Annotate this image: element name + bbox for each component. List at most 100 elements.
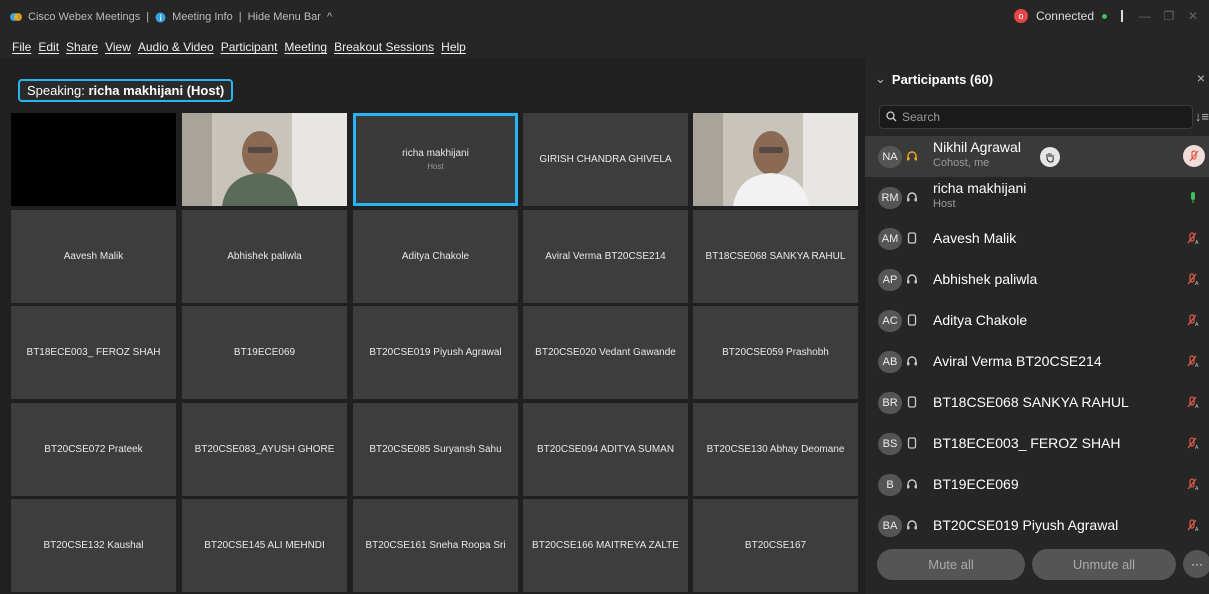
mic-muted-icon[interactable]: A [1187,272,1199,286]
chevron-down-icon[interactable]: ⌄ [875,71,886,87]
menu-breakout-sessions[interactable]: Breakout Sessions [334,40,434,54]
participant-name: BT18ECE003_ FEROZ SHAH [933,435,1121,451]
video-tile[interactable]: BT18ECE003_ FEROZ SHAH [11,306,176,399]
participant-row[interactable]: AM Aavesh Malik A [865,218,1209,259]
svg-text:A: A [1195,486,1199,491]
unmute-all-button[interactable]: Unmute all [1032,549,1176,580]
participant-row[interactable]: BR BT18CSE068 SANKYA RAHUL A [865,382,1209,423]
mic-muted-icon[interactable]: A [1187,231,1199,245]
more-options-button[interactable]: ··· [1183,550,1209,578]
participant-name: BT18CSE068 SANKYA RAHUL [933,394,1129,410]
video-tile[interactable]: BT20CSE132 Kaushal [11,499,176,592]
tile-name: BT20CSE145 ALI MEHNDI [204,540,325,551]
participant-row[interactable]: AB Aviral Verma BT20CSE214 A [865,341,1209,382]
mute-all-button[interactable]: Mute all [877,549,1025,580]
video-tile[interactable]: BT20CSE083_AYUSH GHORE [182,403,347,496]
mic-muted-icon[interactable]: A [1187,436,1199,450]
video-tile[interactable]: BT20CSE166 MAITREYA ZALTE [523,499,688,592]
minimize-button[interactable]: — [1137,9,1153,23]
video-tile-camera[interactable] [693,113,858,206]
video-tile[interactable]: BT20CSE072 Prateek [11,403,176,496]
participant-name: BT19ECE069 [933,476,1019,492]
video-tile[interactable]: BT20CSE085 Suryansh Sahu [353,403,518,496]
participant-row[interactable]: BS BT18ECE003_ FEROZ SHAH A [865,423,1209,464]
video-tile[interactable]: BT20CSE167 [693,499,858,592]
connected-dot-icon [1102,13,1107,19]
menu-share[interactable]: Share [66,40,98,54]
video-tile[interactable]: Aviral Verma BT20CSE214 [523,210,688,303]
avatar: AC [878,310,902,332]
close-panel-icon[interactable]: × [1197,70,1205,86]
video-tile[interactable]: BT20CSE094 ADITYA SUMAN [523,403,688,496]
participants-header[interactable]: ⌄ Participants (60) [875,71,993,87]
menu-view[interactable]: View [105,40,131,54]
mic-muted-icon[interactable]: A [1187,477,1199,491]
menu-participant[interactable]: Participant [221,40,278,54]
mic-muted-icon[interactable]: A [1187,518,1199,532]
speaking-indicator: Speaking: richa makhijani (Host) [18,79,234,102]
participant-name: Abhishek paliwla [933,271,1038,287]
video-tile[interactable]: BT20CSE020 Vedant Gawande [523,306,688,399]
video-tile-blank[interactable] [11,113,176,206]
participants-title: Participants (60) [891,71,994,87]
headset-icon [907,151,917,161]
video-tile[interactable]: BT20CSE145 ALI MEHNDI [182,499,347,592]
mic-muted-icon[interactable]: A [1187,354,1199,368]
participant-row[interactable]: AP Abhishek paliwla A [865,259,1209,300]
video-tile[interactable]: Abhishek paliwla [182,210,347,303]
participant-row[interactable]: B BT19ECE069 A [865,464,1209,505]
participant-row[interactable]: RM richa makhijani Host [865,177,1209,218]
participant-row[interactable]: NA Nikhil Agrawal Cohost, me [865,136,1209,177]
headset-icon [907,274,917,284]
video-tile[interactable]: Aavesh Malik [11,210,176,303]
tile-name: BT20CSE085 Suryansh Sahu [369,444,502,455]
video-tile[interactable]: BT18CSE068 SANKYA RAHUL [693,210,858,303]
participant-name: Nikhil Agrawal [933,139,1021,155]
menu-file[interactable]: File [12,40,31,54]
menu-audio-video[interactable]: Audio & Video [138,40,214,54]
video-tile[interactable]: BT20CSE019 Piyush Agrawal [353,306,518,399]
video-tile-camera[interactable] [182,113,347,206]
hide-menu-bar-button[interactable]: Hide Menu Bar [248,11,321,23]
video-stage: Speaking: richa makhijani (Host) richa m… [0,58,865,594]
avatar: BS [878,433,902,455]
video-tile[interactable]: BT20CSE130 Abhay Deomane [693,403,858,496]
chevron-up-icon[interactable]: ^ [327,11,332,23]
participants-panel: ⌄ Participants (60) × Search ↓≡ NA Nikhil… [865,58,1209,594]
video-tile[interactable]: Aditya Chakole [353,210,518,303]
recording-icon[interactable]: o [1013,9,1028,23]
meeting-info-button[interactable]: Meeting Info [172,11,233,23]
avatar: NA [878,146,902,168]
video-tile[interactable]: richa makhijani Host [353,113,518,206]
person-video-icon [182,113,347,206]
headset-icon [907,520,917,530]
speaking-prefix: Speaking: [27,83,89,98]
mic-muted-icon[interactable]: A [1187,313,1199,327]
mic-muted-button[interactable] [1183,145,1205,167]
tile-name: BT18CSE068 SANKYA RAHUL [705,251,846,262]
tile-name: Abhishek paliwla [227,251,302,262]
mic-muted-icon[interactable]: A [1187,395,1199,409]
tile-name: BT20CSE083_AYUSH GHORE [194,444,335,455]
tile-name: BT20CSE130 Abhay Deomane [706,444,845,455]
participant-row[interactable]: BA BT20CSE019 Piyush Agrawal A [865,505,1209,542]
panel-actions: Mute all Unmute all ··· [877,549,1209,581]
svg-text:A: A [1195,322,1199,327]
participant-row[interactable]: AC Aditya Chakole A [865,300,1209,341]
mic-on-icon[interactable] [1187,190,1199,204]
participant-name: BT20CSE019 Piyush Agrawal [933,517,1119,533]
video-tile[interactable]: BT20CSE059 Prashobh [693,306,858,399]
video-tile[interactable]: BT19ECE069 [182,306,347,399]
video-tile[interactable]: BT20CSE161 Sneha Roopa Sri [353,499,518,592]
signal-bar-icon [1121,10,1123,22]
video-tile[interactable]: GIRISH CHANDRA GHIVELA [523,113,688,206]
search-input[interactable]: Search [879,105,1193,129]
svg-text:A: A [1195,527,1199,532]
menu-meeting[interactable]: Meeting [284,40,327,54]
sort-icon[interactable]: ↓≡ [1195,109,1209,124]
raise-hand-icon[interactable] [1040,147,1060,167]
menu-edit[interactable]: Edit [38,40,59,54]
close-window-button[interactable]: ✕ [1185,9,1201,23]
restore-button[interactable]: ❐ [1161,9,1177,23]
menu-help[interactable]: Help [441,40,466,54]
